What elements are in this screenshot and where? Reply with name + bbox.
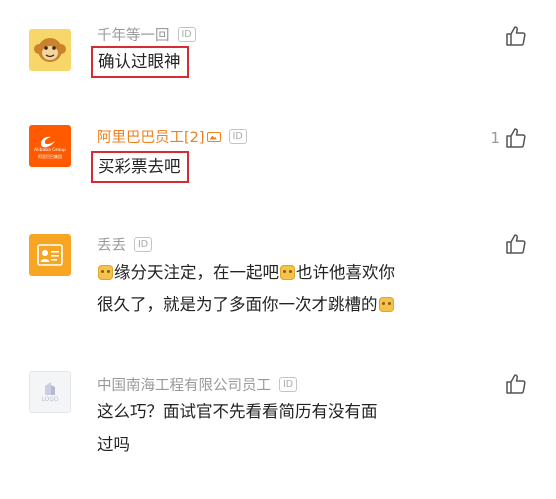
thumbs-up-icon: [506, 128, 526, 148]
building-icon: [45, 382, 55, 395]
thumbs-up-icon: [506, 26, 526, 46]
highlighted-comment-text: 确认过眼神: [91, 46, 189, 78]
comment-author-row: 阿里巴巴员工[2] ID: [97, 126, 247, 147]
like-button[interactable]: [504, 24, 528, 48]
contact-card-avatar[interactable]: [29, 234, 71, 276]
comment-text: 买彩票去吧: [91, 151, 189, 183]
id-badge: ID: [134, 237, 153, 252]
comment-author[interactable]: 千年等一回: [97, 24, 170, 45]
thumbs-up-icon: [506, 234, 526, 254]
comment-author-row: 千年等一回 ID: [97, 24, 196, 45]
logo-placeholder-avatar[interactable]: LOGO: [29, 371, 71, 413]
comment-author-row: 丢丢 ID: [97, 234, 153, 255]
smiley-emoji-icon: [378, 297, 394, 312]
monkey-avatar[interactable]: [29, 29, 71, 71]
comment-line: 这么巧？面试官不先看看简历有没有面: [97, 402, 378, 421]
comment-text-segment: 缘分天注定，在一起吧: [114, 263, 279, 282]
comment-text: 确认过眼神: [91, 46, 189, 78]
alibaba-logo[interactable]: Alibaba Group 阿里巴巴集团: [29, 125, 71, 167]
monkey-icon: [34, 38, 66, 62]
image-icon: [206, 131, 221, 142]
id-badge: ID: [177, 27, 196, 42]
comment-author[interactable]: 丢丢: [97, 234, 126, 255]
comment-text-segment: 很久了，就是为了多面你一次才跳槽的: [97, 295, 378, 314]
highlighted-comment-text: 买彩票去吧: [91, 151, 189, 183]
comment-line: 很久了，就是为了多面你一次才跳槽的: [97, 290, 395, 319]
smiley-emoji-icon: [280, 265, 295, 280]
contact-card-icon: [37, 244, 63, 266]
thumbs-up-icon: [506, 374, 526, 394]
id-badge: ID: [228, 129, 247, 144]
comment-text: 缘分天注定，在一起吧 也许他喜欢你 很久了，就是为了多面你一次才跳槽的: [97, 258, 395, 319]
comment-author[interactable]: 中国南海工程有限公司员工: [97, 374, 271, 395]
like-count: 1: [490, 129, 500, 147]
comment-author-row: 中国南海工程有限公司员工 ID: [97, 374, 298, 395]
comment-line: 过吗: [97, 435, 130, 454]
alibaba-icon: [41, 136, 55, 147]
smiley-emoji-icon: [98, 265, 113, 280]
comment-line: 缘分天注定，在一起吧 也许他喜欢你: [97, 258, 395, 287]
like-button[interactable]: 1: [490, 126, 528, 150]
logo-text: LOGO: [41, 396, 59, 403]
alibaba-group-cn-text: 阿里巴巴集团: [38, 153, 62, 159]
comment-text: 这么巧？面试官不先看看简历有没有面 过吗: [97, 397, 378, 459]
like-button[interactable]: [504, 372, 528, 396]
comment-author[interactable]: 阿里巴巴员工[2]: [97, 126, 205, 147]
comment-text-segment: 也许他喜欢你: [296, 263, 395, 282]
id-badge: ID: [279, 377, 298, 392]
like-button[interactable]: [504, 232, 528, 256]
